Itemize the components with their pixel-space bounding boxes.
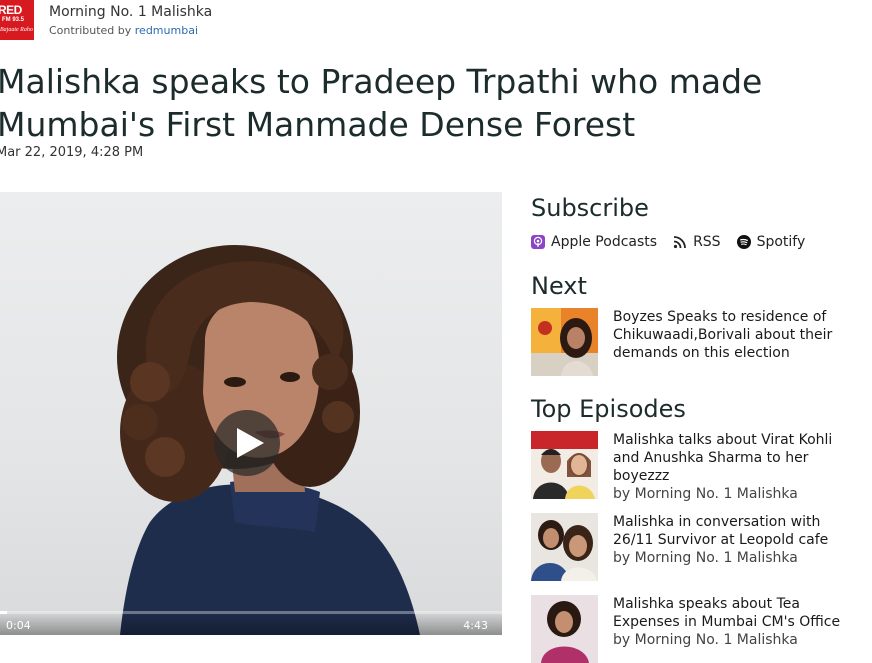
show-title-link[interactable]: Morning No. 1 Malishka [49,4,212,20]
top-episode-title: Malishka talks about Virat Kohli and Anu… [613,432,833,484]
logo-text-red: RED [0,3,22,17]
spotify-link[interactable]: Spotify [736,234,806,250]
subscribe-options: Apple Podcasts RSS Spotify [531,234,805,250]
station-logo[interactable]: RED FM 93.5 Bajaate Raho [0,0,34,40]
top-episodes-heading: Top Episodes [531,395,686,423]
next-episode-card[interactable]: Boyzes Speaks to residence of Chikuwaadi… [531,308,861,376]
contributed-prefix: Contributed by [49,24,132,37]
next-episode-title: Boyzes Speaks to residence of Chikuwaadi… [613,309,833,361]
next-episode-thumbnail [531,308,598,376]
top-episode-title: Malishka speaks about Tea Expenses in Mu… [613,596,841,630]
episode-title: Malishka speaks to Pradeep Trpathi who m… [0,62,763,144]
top-episode-thumbnail [531,595,598,663]
progress-bar[interactable] [0,611,502,614]
top-episode-title: Malishka in conversation with 26/11 Surv… [613,514,829,548]
video-player[interactable]: 0:04 4:43 [0,192,502,635]
top-episode-card[interactable]: Malishka in conversation with 26/11 Surv… [531,513,861,581]
duration: 4:43 [463,619,488,632]
rss-link[interactable]: RSS [673,234,721,250]
play-button[interactable] [214,410,280,476]
top-episode-author: by Morning No. 1 Malishka [613,632,798,648]
progress-fill [0,611,8,614]
top-episode-author: by Morning No. 1 Malishka [613,550,798,566]
play-icon [237,428,264,458]
contributed-by: Contributed by redmumbai [49,24,198,37]
rss-icon [673,236,686,249]
spotify-icon [736,235,751,249]
top-episode-card[interactable]: Malishka talks about Virat Kohli and Anu… [531,431,861,502]
subscribe-heading: Subscribe [531,194,649,222]
apple-podcasts-label: Apple Podcasts [551,234,658,250]
apple-podcasts-icon [531,235,545,249]
apple-podcasts-link[interactable]: Apple Podcasts [531,234,657,250]
current-time: 0:04 [6,619,31,632]
top-episode-author: by Morning No. 1 Malishka [613,486,798,502]
player-controls-bar [0,611,502,635]
rss-label: RSS [693,234,721,250]
top-episode-card[interactable]: Malishka speaks about Tea Expenses in Mu… [531,595,861,663]
next-heading: Next [531,272,587,300]
spotify-label: Spotify [756,234,806,250]
top-episode-thumbnail [531,431,598,499]
episode-date: Mar 22, 2019, 4:28 PM [0,145,144,160]
logo-text-frequency: FM 93.5 [2,17,25,23]
contributor-link[interactable]: redmumbai [135,24,198,37]
top-episode-thumbnail [531,513,598,581]
logo-text-tagline: Bajaate Raho [0,27,33,33]
